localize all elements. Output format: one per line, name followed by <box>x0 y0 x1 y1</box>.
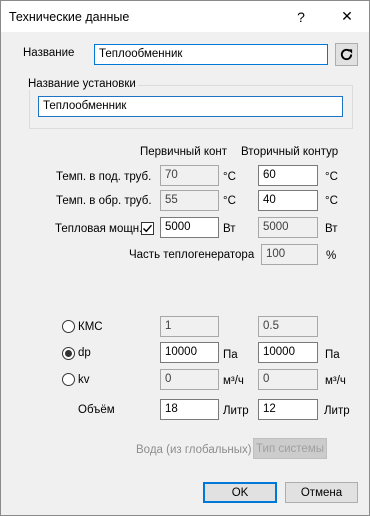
return-temp-primary: 55 <box>160 190 219 211</box>
return-temp-secondary[interactable]: 40 <box>258 190 318 211</box>
dialog-window: Технические данные ? ✕ Название Теплообм… <box>0 0 370 516</box>
ok-button[interactable]: OK <box>203 482 277 503</box>
heat-power-primary[interactable]: 5000 <box>160 217 219 238</box>
checkmark-icon <box>143 224 153 233</box>
kms-label: КМС <box>78 321 103 333</box>
heat-power-secondary-unit: Вт <box>325 223 338 235</box>
refresh-icon <box>340 48 353 61</box>
close-button[interactable]: ✕ <box>327 1 367 32</box>
supply-temp-secondary[interactable]: 60 <box>258 165 318 186</box>
installation-name-input[interactable]: Теплообменник <box>38 96 343 117</box>
volume-secondary[interactable]: 12 <box>258 399 318 420</box>
return-temp-label: Темп. в обр. труб. <box>56 195 152 207</box>
generator-share-value: 100 <box>261 244 318 265</box>
name-label: Название <box>23 47 75 59</box>
help-button[interactable]: ? <box>281 1 321 32</box>
volume-primary-unit: Литр <box>223 405 249 417</box>
dp-label: dp <box>78 347 91 359</box>
kv-primary-unit: м³/ч <box>223 375 244 387</box>
generator-share-unit: % <box>326 250 337 262</box>
heat-power-primary-unit: Вт <box>223 223 236 235</box>
supply-temp-primary: 70 <box>160 165 219 186</box>
dp-secondary-unit: Па <box>325 349 340 361</box>
kv-radio[interactable] <box>62 373 75 386</box>
kv-label: kv <box>78 374 90 386</box>
dp-primary-unit: Па <box>223 349 238 361</box>
kv-primary: 0 <box>160 369 219 390</box>
kms-radio[interactable] <box>62 320 75 333</box>
secondary-column-header: Вторичный контур <box>241 146 339 158</box>
kv-secondary: 0 <box>258 369 318 390</box>
supply-temp-secondary-unit: °C <box>325 171 338 183</box>
name-input[interactable]: Теплообменник <box>94 44 328 65</box>
volume-secondary-unit: Литр <box>324 405 350 417</box>
cancel-button[interactable]: Отмена <box>285 482 358 503</box>
heat-power-label: Тепловая мощн. <box>55 223 143 235</box>
window-title: Технические данные <box>9 10 130 24</box>
primary-column-header: Первичный конт <box>140 146 227 158</box>
fluid-label: Вода (из глобальных) <box>136 444 252 456</box>
supply-temp-primary-unit: °C <box>223 171 236 183</box>
return-temp-primary-unit: °C <box>223 195 236 207</box>
dp-secondary[interactable]: 10000 <box>258 342 318 363</box>
refresh-button[interactable] <box>335 43 358 66</box>
system-type-button[interactable]: Тип системы <box>253 438 327 459</box>
generator-share-label: Часть теплогенератора <box>129 249 255 261</box>
installation-group-title: Название установки <box>26 78 138 90</box>
heat-power-secondary: 5000 <box>258 217 318 238</box>
heat-power-checkbox[interactable] <box>141 222 154 235</box>
kms-primary: 1 <box>160 316 219 337</box>
supply-temp-label: Темп. в под. труб. <box>56 171 152 183</box>
volume-label: Объём <box>78 404 115 416</box>
dp-radio[interactable] <box>62 347 75 360</box>
dp-primary[interactable]: 10000 <box>160 342 219 363</box>
volume-primary[interactable]: 18 <box>160 399 219 420</box>
title-bar: Технические данные ? ✕ <box>1 1 369 32</box>
kv-secondary-unit: м³/ч <box>325 375 346 387</box>
kms-secondary: 0.5 <box>258 316 318 337</box>
return-temp-secondary-unit: °C <box>325 195 338 207</box>
